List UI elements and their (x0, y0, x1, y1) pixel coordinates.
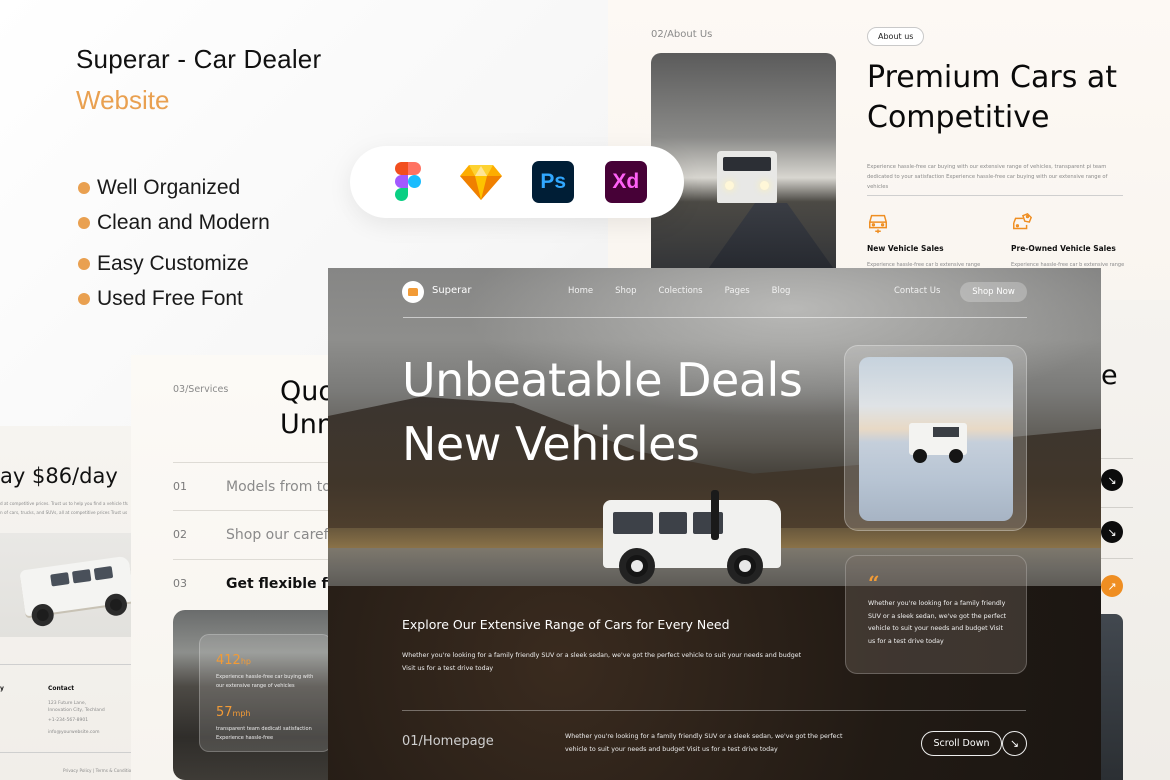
featured-image-card (844, 345, 1027, 531)
divider (0, 664, 131, 665)
stat-description: transparent team dedicatl satisfaction Ex… (216, 726, 312, 741)
contact-phone[interactable]: +1-234-567-8901 (48, 717, 88, 724)
divider (403, 317, 1027, 318)
feature-item: Easy Customize (78, 246, 270, 281)
scroll-down-button[interactable]: Scroll Down (921, 731, 1002, 756)
contact-address: 123 Future Lane, Innovation City, Techlan… (48, 701, 105, 713)
arrow-down-right-button[interactable]: ↘ (1101, 521, 1123, 543)
section-label: 02/About Us (651, 29, 713, 40)
stats-card: 412hp Experience hassle-free car buying … (173, 610, 343, 780)
hero-title: Unbeatable Deals New Vehicles (402, 353, 803, 471)
nav-home[interactable]: Home (568, 286, 593, 296)
bullet-icon (78, 216, 90, 229)
arrow-up-right-button[interactable]: ↗ (1101, 575, 1123, 597)
quote-text: Whether you're looking for a family frie… (868, 600, 1007, 645)
car-icon (869, 214, 887, 234)
services-section-preview: 03/Services Quo Unn 01 Models from to 02… (131, 355, 373, 780)
stat-value: 57 (216, 705, 233, 720)
nav-collections[interactable]: Colections (659, 286, 703, 296)
car-icon (408, 288, 418, 296)
divider (1101, 558, 1133, 559)
stat-unit: hp (240, 657, 251, 666)
figma-icon (387, 161, 429, 203)
main-nav: Home Shop Colections Pages Blog (568, 286, 790, 296)
about-us-pill[interactable]: About us (867, 27, 925, 46)
about-section-preview: 02/About Us About us Premium Cars at Com… (608, 0, 1170, 300)
feature-item: Well Organized (78, 170, 270, 205)
bottom-description: Whether you're looking for a family frie… (565, 733, 843, 753)
about-heading: Premium Cars at Competitive (867, 60, 1118, 135)
heading-fragment: e (1101, 360, 1118, 391)
snow-jeep-photo (859, 357, 1013, 521)
hero-homepage-preview: Superar Home Shop Colections Pages Blog … (328, 268, 1101, 780)
nav-pages[interactable]: Pages (725, 286, 750, 296)
feature-label: Well Organized (97, 175, 241, 199)
shop-now-button[interactable]: Shop Now (960, 282, 1027, 302)
divider (1101, 458, 1133, 459)
stat-description: Experience hassle-free car buying with ou… (216, 674, 314, 689)
promo-title: Superar - Car Dealer (76, 44, 322, 74)
image-card (1101, 614, 1123, 780)
car-tag-icon (1013, 212, 1033, 230)
about-description: Experience hassle-free car buying with o… (867, 164, 1108, 190)
section-label: 03/Services (173, 384, 229, 395)
footer-column-title: y (0, 685, 4, 692)
feature-label: Easy Customize (97, 251, 249, 275)
stat-unit: mph (232, 709, 251, 718)
design-tools-badge: Ps Xd (350, 146, 684, 218)
services-heading: Quo Unn (280, 376, 335, 440)
row-number: 03 (173, 577, 187, 590)
right-panel-preview: e ↘ ↘ ↗ (1101, 300, 1170, 780)
adobe-xd-icon: Xd (604, 161, 647, 203)
hero-description: Whether you're looking for a family frie… (402, 652, 802, 672)
feature-list: Well Organized Clean and Modern Easy Cus… (78, 170, 270, 316)
promo-subtitle: Website (76, 85, 170, 115)
price-heading: ay $86/day (0, 464, 118, 488)
divider (1101, 507, 1133, 508)
stats-panel: 412hp Experience hassle-free car buying … (199, 634, 332, 752)
arrow-down-right-button[interactable]: ↘ (1101, 469, 1123, 491)
hero-subheading: Explore Our Extensive Range of Cars for … (402, 617, 730, 632)
price-description: d at competitive prices. Trust us to hel… (0, 501, 128, 515)
row-text: Models from to (226, 478, 331, 495)
bullet-icon (78, 292, 90, 305)
pricing-section-preview: ay $86/day d at competitive prices. Trus… (0, 426, 143, 780)
row-number: 01 (173, 480, 187, 493)
divider (402, 710, 1026, 711)
stat-value: 412 (216, 653, 241, 668)
divider (0, 752, 131, 753)
bullet-icon (78, 257, 90, 270)
photoshop-icon: Ps (532, 161, 575, 203)
arrow-down-right-icon[interactable]: ↘ (1002, 731, 1027, 756)
testimonial-card: “ Whether you're looking for a family fr… (845, 555, 1027, 674)
quote-icon: “ (868, 571, 880, 595)
service-title: New Vehicle Sales (867, 244, 944, 253)
sketch-icon (459, 161, 502, 203)
service-new-vehicle: New Vehicle Sales Experience hassle-free… (867, 212, 980, 270)
brand-name[interactable]: Superar (432, 285, 472, 296)
nav-blog[interactable]: Blog (772, 286, 791, 296)
divider (867, 195, 1123, 196)
jeep-photo (0, 533, 131, 637)
service-title: Pre-Owned Vehicle Sales (1011, 244, 1116, 253)
contact-title: Contact (48, 685, 75, 692)
bullet-icon (78, 181, 90, 194)
jeep-image (603, 490, 781, 584)
contact-us-link[interactable]: Contact Us (894, 286, 940, 296)
row-number: 02 (173, 528, 187, 541)
contact-email[interactable]: info@yourwebsite.com (48, 729, 100, 736)
nav-shop[interactable]: Shop (615, 286, 636, 296)
feature-label: Clean and Modern (97, 210, 270, 234)
row-text: Shop our carefu (226, 526, 338, 543)
brand-logo[interactable] (402, 281, 424, 303)
feature-item: Used Free Font (78, 281, 270, 316)
feature-item: Clean and Modern (78, 205, 270, 240)
page-label: 01/Homepage (402, 734, 494, 749)
feature-label: Used Free Font (97, 286, 243, 310)
